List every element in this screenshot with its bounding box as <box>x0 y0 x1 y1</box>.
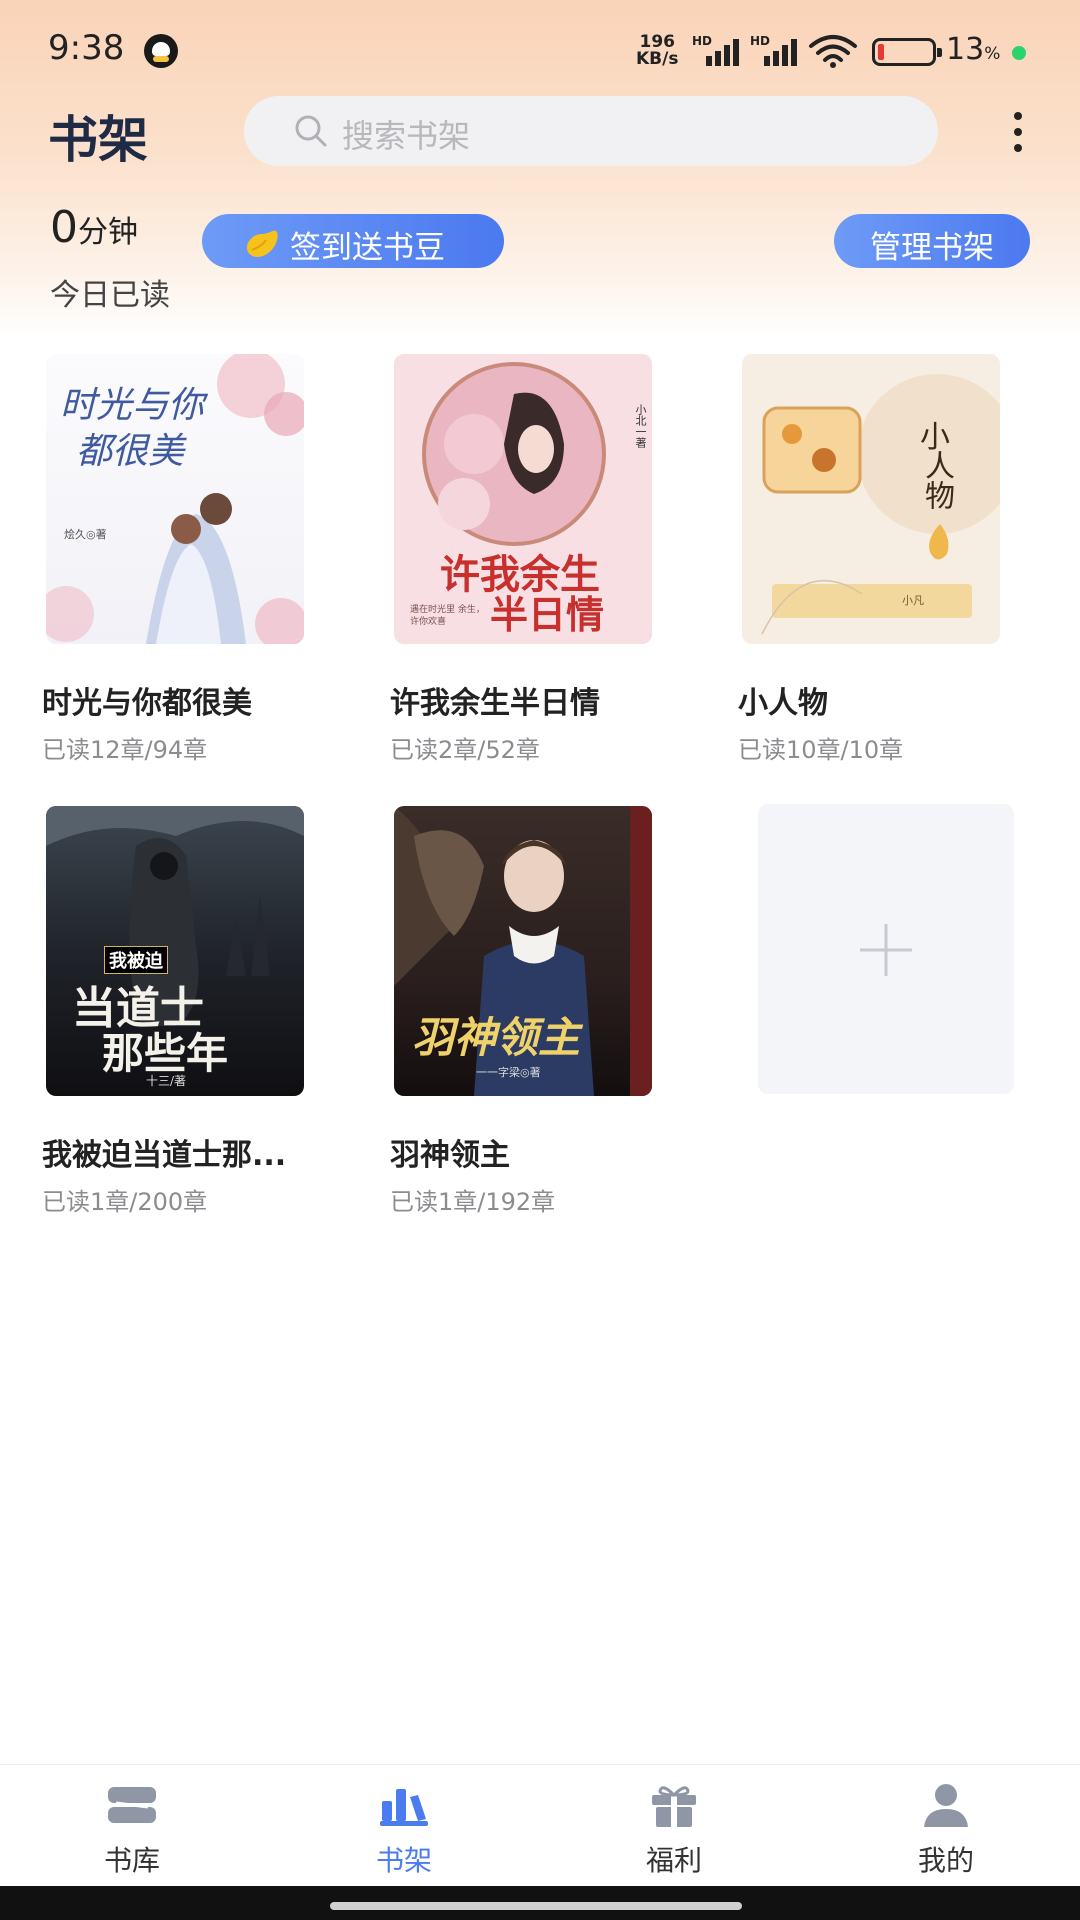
today-read-minutes: 0分钟 <box>50 202 138 253</box>
search-icon <box>295 115 327 147</box>
book-progress: 已读1章/200章 <box>42 1188 208 1216</box>
user-icon <box>924 1784 968 1827</box>
book-title: 我被迫当道士那... <box>42 1138 287 1173</box>
battery-level: 13% <box>946 32 1001 67</box>
qq-notification-icon <box>144 34 178 68</box>
search-input[interactable]: 搜索书架 <box>244 96 938 166</box>
today-read-label: 今日已读 <box>50 278 170 313</box>
nav-tab-benefits[interactable]: 福利 <box>584 1765 764 1887</box>
nav-tab-bookshelf[interactable]: 书架 <box>314 1765 494 1887</box>
checkin-button[interactable]: 签到送书豆 <box>202 214 504 268</box>
add-book-button[interactable] <box>758 804 1014 1094</box>
bookshelf-icon <box>380 1789 428 1826</box>
search-placeholder: 搜索书架 <box>342 117 471 155</box>
status-bar: 9:38 196 KB/s HD HD 13% <box>0 0 1080 100</box>
nav-label: 书库 <box>103 1844 160 1877</box>
more-vertical-icon[interactable] <box>1000 108 1036 158</box>
book-title: 羽神领主 <box>390 1138 510 1173</box>
bottom-navigation: 书库 书架 福利 我的 <box>0 1764 1080 1886</box>
status-time: 9:38 <box>48 28 125 68</box>
nav-label: 福利 <box>645 1844 702 1877</box>
book-title: 许我余生半日情 <box>390 686 600 721</box>
manage-bookshelf-button[interactable]: 管理书架 <box>834 214 1030 268</box>
book-progress: 已读1章/192章 <box>390 1188 556 1216</box>
book-cover[interactable]: 小北一著 许我余生 半日情 遇在时光里 余生，许你欢喜 <box>394 354 652 644</box>
battery-icon <box>872 38 942 66</box>
checkin-label: 签到送书豆 <box>290 230 445 266</box>
signal-2-icon: HD <box>750 34 800 66</box>
signal-1-icon: HD <box>692 34 742 66</box>
network-speed: 196 KB/s <box>636 32 679 69</box>
nav-tab-library[interactable]: 书库 <box>42 1765 222 1887</box>
page-title: 书架 <box>48 111 148 169</box>
wifi-icon <box>809 35 857 68</box>
book-progress: 已读12章/94章 <box>42 736 208 764</box>
book-title: 小人物 <box>738 686 828 721</box>
book-cover[interactable]: 小 人物 小凡 <box>742 354 1000 644</box>
book-title: 时光与你都很美 <box>42 686 252 721</box>
gift-icon <box>652 1786 696 1827</box>
nav-label: 我的 <box>917 1844 974 1877</box>
nav-tab-profile[interactable]: 我的 <box>856 1765 1036 1887</box>
library-icon <box>108 1787 156 1823</box>
book-progress: 已读2章/52章 <box>390 736 540 764</box>
home-indicator[interactable] <box>330 1902 742 1910</box>
book-progress: 已读10章/10章 <box>738 736 904 764</box>
cover-illustration <box>761 374 1000 635</box>
book-cover[interactable]: 羽神领主 一一字梁◎著 <box>394 806 652 1096</box>
book-cover[interactable]: 我被迫 当道士 那些年 十三/著 <box>46 806 304 1096</box>
manage-bookshelf-label: 管理书架 <box>870 230 994 266</box>
book-cover[interactable]: 时光与你 都很美 烩久◎著 <box>46 354 304 644</box>
plus-icon <box>860 924 912 976</box>
nav-label: 书架 <box>375 1844 432 1877</box>
charging-dot-icon <box>1012 46 1026 60</box>
bean-icon <box>246 230 278 257</box>
